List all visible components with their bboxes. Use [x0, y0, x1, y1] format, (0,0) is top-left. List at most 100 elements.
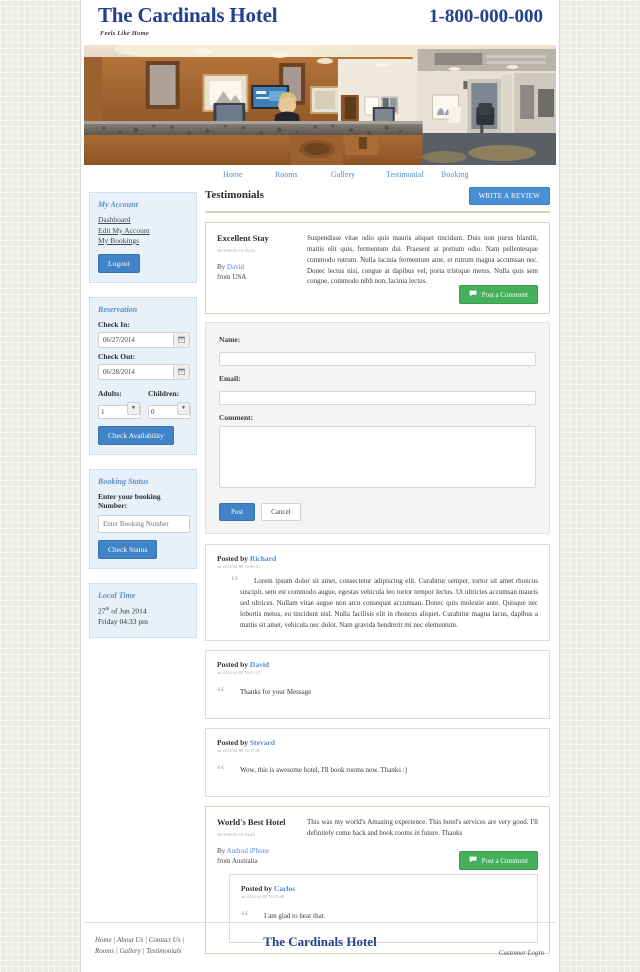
- my-account-title: My Account: [98, 200, 138, 209]
- comment-author-link[interactable]: David: [250, 660, 269, 669]
- comment-timestamp: on 2014-04-06 16:01:25: [217, 670, 261, 676]
- children-label: Children:: [148, 388, 180, 398]
- checkin-label: Check In:: [98, 319, 130, 329]
- checkout-input[interactable]: [98, 363, 173, 380]
- testimonial-timestamp: 2014-04-06 15:45:24: [217, 248, 255, 253]
- comment-author-line: Posted by Carlos: [241, 884, 526, 893]
- testimonial-meta: Excellent Stay 2014-04-06 15:45:24 By Da…: [217, 233, 295, 287]
- comment-email-input[interactable]: [219, 391, 536, 406]
- post-a-comment-button[interactable]: Post a Comment: [458, 285, 538, 305]
- panel-booking-status: Booking Status Enter your booking Number…: [89, 468, 197, 569]
- checkout-label: Check Out:: [98, 351, 136, 361]
- comment-author-link[interactable]: Richard: [250, 554, 276, 563]
- comment-text-label: Comment:: [219, 413, 254, 423]
- comment-email-label: Email:: [219, 374, 241, 384]
- main-navigation: Home Rooms Gallery Testimonial Booking: [81, 165, 559, 187]
- check-status-button[interactable]: Check Status: [98, 539, 158, 559]
- comment-text-value: Wow, this is awesome hotel, I'll book ro…: [240, 766, 408, 775]
- children-select[interactable]: 0: [148, 404, 191, 419]
- sidebar-link-edit-my-account[interactable]: Edit My Account: [98, 226, 188, 235]
- testimonial-grid: Excellent Stay 2014-04-06 15:45:24 By Da…: [217, 233, 538, 287]
- testimonial-origin: from Australia: [217, 857, 258, 866]
- adults-label: Adults:: [98, 388, 122, 398]
- adults-select-wrap: 1 ▼: [98, 401, 141, 419]
- site-brand: The Cardinals Hotel: [98, 3, 278, 27]
- comment-text: “ Wow, this is awesome hotel, I'll book r…: [217, 761, 538, 781]
- comment-text-value: Thanks for your Message: [240, 688, 312, 697]
- comment-form-actions: Post Cancel: [219, 503, 536, 522]
- nav-item-testimonial[interactable]: Testimonial: [386, 170, 424, 179]
- testimonial-author-line: By Androd iPhone: [217, 846, 295, 856]
- checkin-input[interactable]: [98, 331, 173, 348]
- comment-bubble-icon: [469, 856, 477, 865]
- sidebar-link-my-bookings[interactable]: My Bookings: [98, 236, 188, 245]
- comment-textarea[interactable]: [219, 426, 536, 489]
- phone-number: 1-800-000-000: [429, 6, 543, 27]
- checkin-field-group: [98, 331, 190, 348]
- comment-name-label: Name:: [219, 335, 241, 345]
- comment-author-link[interactable]: Carlos: [274, 884, 295, 893]
- comment-author-line: Posted by David: [217, 660, 538, 669]
- sidebar-link-dashboard[interactable]: Dashboard: [98, 215, 188, 224]
- booking-number-input[interactable]: [98, 514, 190, 533]
- local-time-clock: Friday 04:33 pm: [98, 616, 148, 626]
- hero-image-hotel-lobby: [84, 45, 556, 165]
- main-column: Testimonials WRITE A REVIEW Excellent St…: [205, 187, 550, 955]
- checkin-calendar-icon[interactable]: [173, 331, 190, 348]
- cancel-button[interactable]: Cancel: [261, 503, 301, 522]
- testimonial-meta: World's Best Hotel 2014-04-06 16:34:44 B…: [217, 817, 295, 866]
- logout-button[interactable]: Logout: [98, 253, 140, 273]
- post-button[interactable]: Post: [219, 503, 256, 522]
- adults-select[interactable]: 1: [98, 404, 141, 419]
- comment-text: “Lorem ipsum dolor sit amet, consectetur…: [217, 572, 538, 630]
- check-availability-button[interactable]: Check Availability: [98, 425, 174, 445]
- content-area: My Account Dashboard Edit My Account My …: [81, 187, 559, 955]
- comment-name-input[interactable]: [219, 352, 536, 367]
- posted-by-label: Posted by: [217, 738, 250, 748]
- nav-item-home[interactable]: Home: [223, 170, 243, 179]
- testimonial-body: Suspendisse vitae odio quis mauris aliqu…: [307, 234, 538, 286]
- testimonial-author-line: By David: [217, 262, 295, 272]
- quote-icon: “: [217, 761, 225, 781]
- page-container: The Cardinals Hotel Feels Like Home 1-80…: [80, 0, 560, 972]
- testimonial-author-link[interactable]: David: [227, 263, 244, 271]
- comment-item: Posted by Richard on 2014-04-06 16:00:01…: [205, 544, 550, 642]
- checkout-field-group: [98, 363, 190, 380]
- write-review-button[interactable]: WRITE A REVIEW: [468, 187, 550, 205]
- comment-author-line: Posted by Richard: [217, 554, 538, 563]
- comment-text-value: I am glad to hear that.: [264, 912, 326, 921]
- quote-icon: “: [217, 683, 225, 703]
- comment-timestamp: on 2014-04-06 16:35:48: [241, 894, 285, 900]
- comment-item: Posted by Stevard on 2014-04-06 16:17:26…: [205, 728, 550, 798]
- checkout-calendar-icon[interactable]: [173, 363, 190, 380]
- nav-item-gallery[interactable]: Gallery: [331, 170, 355, 179]
- panel-local-time: Local Time 27th of Jun 2014 Friday 04:33…: [89, 582, 197, 638]
- local-time-day: 27: [98, 606, 106, 615]
- testimonial-card: Excellent Stay 2014-04-06 15:45:24 By Da…: [205, 222, 550, 315]
- by-prefix: By: [217, 263, 227, 271]
- sidebar: My Account Dashboard Edit My Account My …: [89, 192, 197, 652]
- testimonial-author-link[interactable]: Androd iPhone: [227, 847, 270, 855]
- guests-row: Adults: 1 ▼ Children: 0 ▼: [98, 385, 191, 419]
- post-a-comment-button[interactable]: Post a Comment: [458, 851, 538, 871]
- testimonial-title: Excellent Stay: [217, 233, 269, 243]
- by-prefix: By: [217, 847, 227, 856]
- customer-login-link[interactable]: Customer Login: [499, 949, 544, 957]
- page-header: Testimonials WRITE A REVIEW: [205, 187, 550, 211]
- children-select-wrap: 0 ▼: [148, 401, 191, 419]
- local-time-date: 27th of Jun 2014: [98, 606, 188, 617]
- nav-item-rooms[interactable]: Rooms: [275, 170, 298, 179]
- booking-status-title: Booking Status: [98, 476, 149, 486]
- booking-number-label: Enter your booking Number:: [98, 491, 161, 510]
- panel-reservation: Reservation Check In: Check Out:: [89, 296, 197, 455]
- quote-icon: “: [231, 572, 239, 592]
- comment-author-link[interactable]: Stevard: [250, 738, 275, 747]
- nav-item-booking[interactable]: Booking: [441, 170, 469, 179]
- comment-text: “ Thanks for your Message: [217, 683, 538, 703]
- post-a-comment-label: Post a Comment: [481, 290, 528, 299]
- comment-text: “I am glad to hear that.: [241, 908, 526, 925]
- comment-timestamp: on 2014-04-06 16:17:26: [217, 748, 261, 754]
- comment-form: Name: Email: Comment: Post Cancel: [205, 322, 550, 535]
- testimonial-title: World's Best Hotel: [217, 817, 286, 828]
- comment-item: Posted by David on 2014-04-06 16:01:25 “…: [205, 650, 550, 720]
